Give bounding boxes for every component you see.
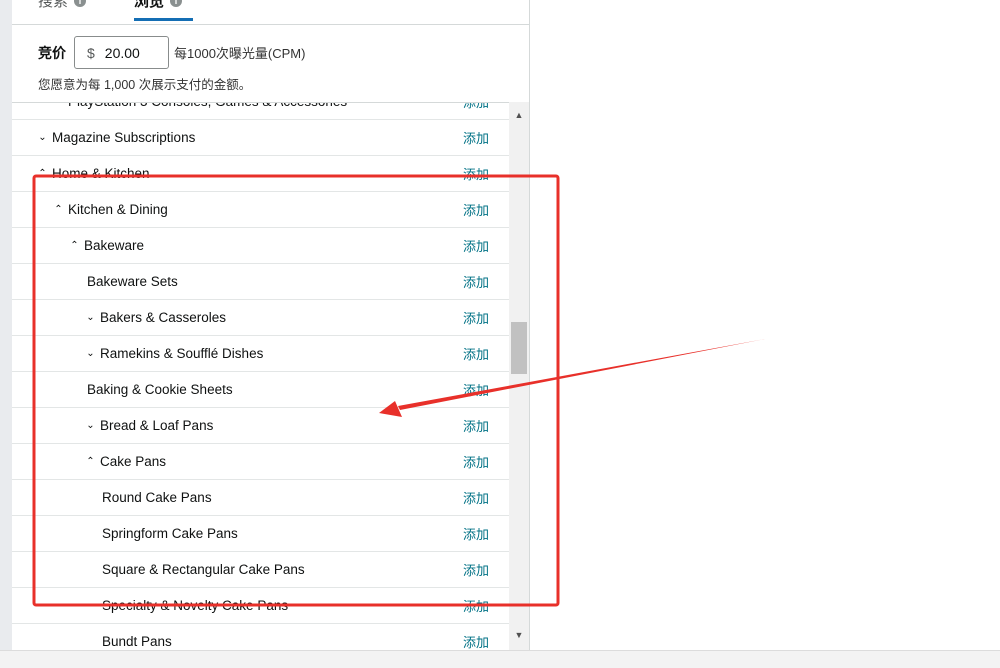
chevron-down-icon[interactable]: ⌄ <box>37 132 48 143</box>
category-label: Bakeware Sets <box>87 274 178 289</box>
add-category-link[interactable]: 添加 <box>463 516 489 551</box>
category-row: ⌃ Bakeware 添加 <box>12 228 509 264</box>
tab-browse-label: 浏览 <box>134 0 165 10</box>
category-label: Bread & Loaf Pans <box>100 418 214 433</box>
active-tab-indicator <box>134 18 193 21</box>
category-row: ⌄ Ramekins & Soufflé Dishes 添加 <box>12 336 509 372</box>
category-label-group: ⌄ Bread & Loaf Pans <box>85 408 213 443</box>
add-category-link[interactable]: 添加 <box>463 444 489 479</box>
category-row: ⌄ Bakers & Casseroles 添加 <box>12 300 509 336</box>
category-label: Cake Pans <box>100 454 167 469</box>
category-label: Ramekins & Soufflé Dishes <box>100 346 264 361</box>
category-label-group: Specialty & Novelty Cake Pans <box>102 588 288 623</box>
bid-row: 竞价 $ 20.00 每1000次曝光量(CPM) <box>38 36 305 69</box>
category-label-group: Springform Cake Pans <box>102 516 238 551</box>
scroll-thumb[interactable] <box>511 322 527 374</box>
bid-unit: 每1000次曝光量(CPM) <box>174 46 306 61</box>
add-category-link[interactable]: 添加 <box>463 103 489 119</box>
category-tree: PlayStation 3 Consoles, Games & Accessor… <box>12 102 509 650</box>
add-category-link[interactable]: 添加 <box>463 372 489 407</box>
add-category-link[interactable]: 添加 <box>463 228 489 263</box>
info-icon[interactable]: i <box>74 0 87 7</box>
category-row: Specialty & Novelty Cake Pans 添加 <box>12 588 509 624</box>
category-label: PlayStation 3 Consoles, Games & Accessor… <box>68 103 347 109</box>
chevron-up-icon[interactable]: ⌃ <box>69 240 80 251</box>
scroll-up-arrow-icon[interactable]: ▲ <box>509 106 529 124</box>
add-category-link[interactable]: 添加 <box>463 552 489 587</box>
chevron-down-icon[interactable]: ⌄ <box>85 348 96 359</box>
scroll-down-arrow-icon[interactable]: ▼ <box>509 626 529 644</box>
category-label-group: Baking & Cookie Sheets <box>87 372 233 407</box>
category-label-group: Round Cake Pans <box>102 480 212 515</box>
category-label: Specialty & Novelty Cake Pans <box>102 598 289 613</box>
category-label: Bundt Pans <box>102 634 172 649</box>
category-label-group: ⌃ Bakeware <box>69 228 144 263</box>
bid-input[interactable]: $ 20.00 <box>74 36 169 69</box>
category-row: Baking & Cookie Sheets 添加 <box>12 372 509 408</box>
category-label-group: ⌄ Bakers & Casseroles <box>85 300 226 335</box>
scrollbar[interactable]: ▲ ▼ <box>509 102 529 650</box>
tab-browse[interactable]: 浏览 i <box>134 0 183 11</box>
chevron-up-icon[interactable]: ⌃ <box>53 204 64 215</box>
category-label-group: Bakeware Sets <box>87 264 178 299</box>
category-row: ⌄ Bread & Loaf Pans 添加 <box>12 408 509 444</box>
add-category-link[interactable]: 添加 <box>463 480 489 515</box>
category-label-group: ⌄ Ramekins & Soufflé Dishes <box>85 336 263 371</box>
category-label-group: ⌃ Home & Kitchen <box>37 156 150 191</box>
category-row: Round Cake Pans 添加 <box>12 480 509 516</box>
category-label-group: ⌃ Kitchen & Dining <box>53 192 168 227</box>
category-label-group: ⌃ Cake Pans <box>85 444 166 479</box>
targeting-panel: 搜索 i 浏览 i 竞价 $ 20.00 每1000次曝光量(CPM) 您愿意为… <box>12 0 530 650</box>
category-label-group: ⌄ Magazine Subscriptions <box>37 120 195 155</box>
bottom-strip <box>0 650 1000 668</box>
category-row: Bakeware Sets 添加 <box>12 264 509 300</box>
category-label: Springform Cake Pans <box>102 526 238 541</box>
category-label: Bakers & Casseroles <box>100 310 227 325</box>
category-label: Kitchen & Dining <box>68 202 168 217</box>
category-label: Round Cake Pans <box>102 490 212 505</box>
category-row: ⌃ Kitchen & Dining 添加 <box>12 192 509 228</box>
left-edge-background <box>0 0 12 667</box>
chevron-down-icon[interactable]: ⌄ <box>85 420 96 431</box>
add-category-link[interactable]: 添加 <box>463 408 489 443</box>
category-row: PlayStation 3 Consoles, Games & Accessor… <box>12 103 509 120</box>
add-category-link[interactable]: 添加 <box>463 192 489 227</box>
add-category-link[interactable]: 添加 <box>463 588 489 623</box>
category-row: Springform Cake Pans 添加 <box>12 516 509 552</box>
category-row: ⌃ Cake Pans 添加 <box>12 444 509 480</box>
add-category-link[interactable]: 添加 <box>463 624 489 650</box>
chevron-up-icon[interactable]: ⌃ <box>37 168 48 179</box>
category-row: ⌄ Magazine Subscriptions 添加 <box>12 120 509 156</box>
category-row: ⌃ Home & Kitchen 添加 <box>12 156 509 192</box>
info-icon[interactable]: i <box>170 0 183 7</box>
chevron-up-icon[interactable]: ⌃ <box>85 456 96 467</box>
category-label-group: Square & Rectangular Cake Pans <box>102 552 305 587</box>
category-label: Bakeware <box>84 238 145 253</box>
category-label: Home & Kitchen <box>52 166 150 181</box>
bid-label: 竞价 <box>38 44 66 61</box>
category-label-group: Bundt Pans <box>102 624 172 650</box>
category-label-group: PlayStation 3 Consoles, Games & Accessor… <box>68 103 347 119</box>
add-category-link[interactable]: 添加 <box>463 336 489 371</box>
add-category-link[interactable]: 添加 <box>463 264 489 299</box>
bid-value: 20.00 <box>104 44 140 61</box>
add-category-link[interactable]: 添加 <box>463 300 489 335</box>
add-category-link[interactable]: 添加 <box>463 120 489 155</box>
add-category-link[interactable]: 添加 <box>463 156 489 191</box>
tab-search[interactable]: 搜索 i <box>38 0 87 11</box>
category-row: Bundt Pans 添加 <box>12 624 509 650</box>
bid-description: 您愿意为每 1,000 次展示支付的金额。 <box>38 78 252 92</box>
category-label: Magazine Subscriptions <box>52 130 196 145</box>
tab-search-label: 搜索 <box>38 0 69 10</box>
category-row: Square & Rectangular Cake Pans 添加 <box>12 552 509 588</box>
tab-bar: 搜索 i 浏览 i <box>12 0 529 25</box>
category-label: Square & Rectangular Cake Pans <box>102 562 305 577</box>
chevron-down-icon[interactable]: ⌄ <box>85 312 96 323</box>
category-label: Baking & Cookie Sheets <box>87 382 233 397</box>
currency-symbol: $ <box>87 44 95 61</box>
